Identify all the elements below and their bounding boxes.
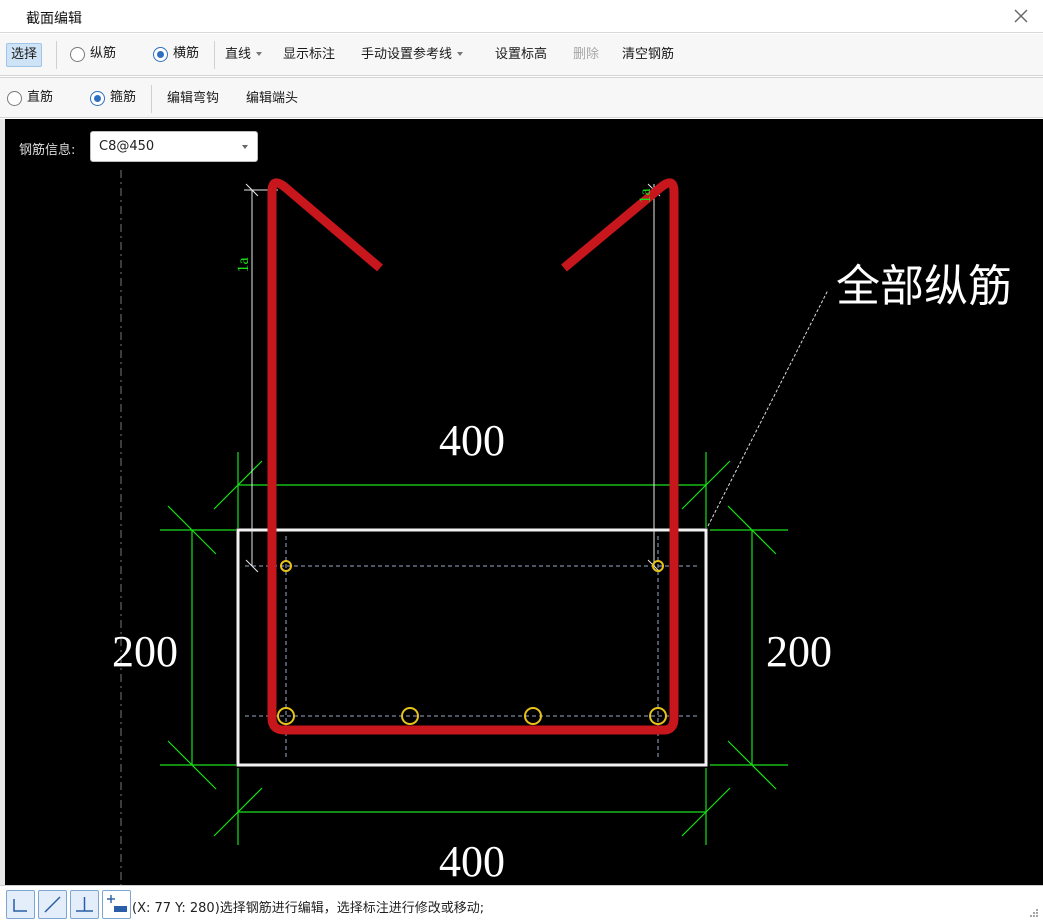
- radio-checked-icon: [153, 47, 168, 62]
- perpendicular-icon: [76, 897, 93, 912]
- longitudinal-radio-label: 纵筋: [90, 46, 117, 61]
- diagonal-line-button[interactable]: [38, 890, 67, 919]
- stirrup-radio[interactable]: 箍筋: [90, 87, 136, 111]
- resize-grip-icon[interactable]: [1029, 908, 1039, 918]
- transverse-radio[interactable]: 横筋: [153, 43, 199, 67]
- callout-leader-line: [707, 289, 829, 527]
- toolbar-separator: [56, 41, 57, 69]
- manual-reference-line-dropdown[interactable]: 手动设置参考线: [356, 43, 468, 67]
- straight-bar-radio[interactable]: 直筋: [7, 87, 53, 111]
- chevron-down-icon: [457, 51, 464, 56]
- toolbar-separator: [214, 41, 215, 69]
- clear-rebar-button[interactable]: 清空钢筋: [617, 43, 679, 67]
- chevron-down-icon: [242, 145, 248, 149]
- rebar-info-select[interactable]: C8@450: [90, 131, 258, 162]
- perpendicular-button[interactable]: [70, 890, 99, 919]
- radio-unchecked-icon: [7, 91, 22, 106]
- chevron-down-icon: [256, 51, 263, 56]
- rebar-info-value: C8@450: [99, 139, 155, 154]
- main-toolbar: 选择 纵筋 横筋 直线 显示标注 手动设置参考线 设置标高 删除 清空钢筋: [0, 34, 1043, 76]
- status-bar: (X: 77 Y: 280)选择钢筋进行编辑，选择标注进行修改或移动;: [0, 885, 1043, 922]
- select-button[interactable]: 选择: [6, 43, 43, 67]
- close-icon[interactable]: [1009, 4, 1033, 28]
- longitudinal-bars[interactable]: [277, 560, 667, 725]
- orthogonal-icon: [13, 899, 27, 912]
- anchor-right-label[interactable]: 1a: [637, 188, 654, 203]
- edit-end-button[interactable]: 编辑端头: [241, 87, 303, 111]
- radio-checked-icon: [90, 91, 105, 106]
- callout-label[interactable]: 全部纵筋: [836, 261, 1012, 312]
- height-right-label[interactable]: 200: [766, 627, 832, 676]
- width-top-label[interactable]: 400: [439, 416, 505, 465]
- show-dimensions-button[interactable]: 显示标注: [278, 43, 340, 67]
- height-left-label[interactable]: 200: [112, 627, 178, 676]
- add-point-icon: [107, 895, 127, 912]
- dimension-lines[interactable]: [160, 452, 788, 845]
- radio-unchecked-icon: [70, 47, 85, 62]
- toolbar-separator: [151, 85, 152, 113]
- sub-toolbar: 直筋 箍筋 编辑弯钩 编辑端头: [0, 77, 1043, 118]
- line-dropdown-label: 直线: [225, 47, 252, 62]
- section-drawing[interactable]: 400 400 200 200 1a 1a 全部纵筋: [5, 119, 1043, 885]
- straight-bar-radio-label: 直筋: [27, 90, 54, 105]
- edit-hook-button[interactable]: 编辑弯钩: [162, 87, 224, 111]
- add-point-button[interactable]: [102, 890, 131, 919]
- width-bottom-label[interactable]: 400: [439, 837, 505, 885]
- orthogonal-mode-button[interactable]: [6, 890, 35, 919]
- manual-reference-line-label: 手动设置参考线: [361, 47, 453, 62]
- line-dropdown[interactable]: 直线: [220, 43, 267, 67]
- rebar-info-label: 钢筋信息:: [19, 143, 76, 158]
- drawing-canvas[interactable]: 400 400 200 200 1a 1a 全部纵筋 钢筋信息: C8@450: [5, 119, 1043, 885]
- delete-button[interactable]: 删除: [568, 43, 604, 67]
- transverse-radio-label: 横筋: [173, 46, 200, 61]
- set-elevation-button[interactable]: 设置标高: [490, 43, 552, 67]
- longitudinal-radio[interactable]: 纵筋: [70, 43, 116, 67]
- diagonal-line-icon: [44, 896, 61, 913]
- anchor-left-label[interactable]: 1a: [235, 257, 252, 272]
- stirrup-radio-label: 箍筋: [110, 90, 137, 105]
- window-title: 截面编辑: [26, 11, 82, 27]
- status-message: (X: 77 Y: 280)选择钢筋进行编辑，选择标注进行修改或移动;: [132, 901, 485, 916]
- title-bar: 截面编辑: [0, 0, 1043, 33]
